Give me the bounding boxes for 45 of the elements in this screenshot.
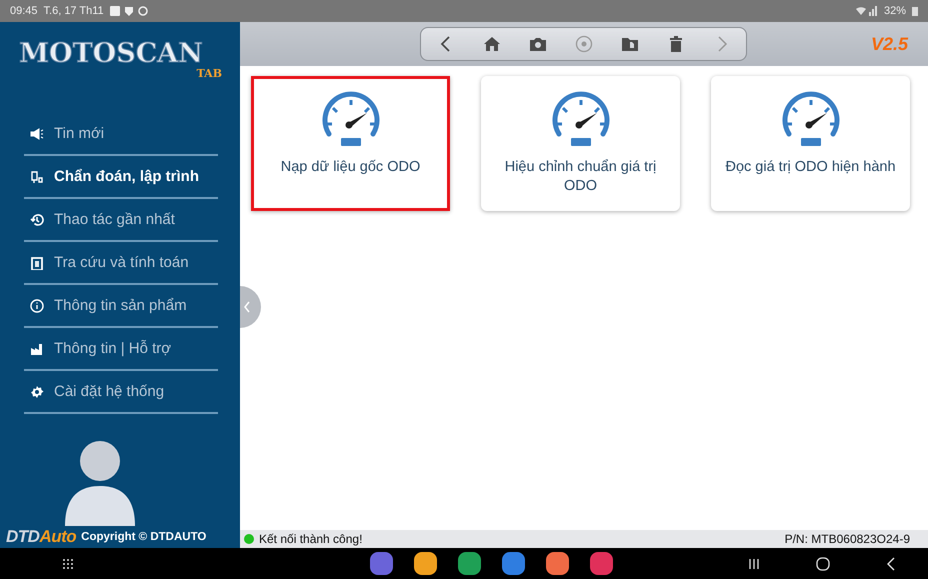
home-icon xyxy=(482,35,500,53)
menu-item[interactable]: Tra cứu và tính toán xyxy=(24,242,218,285)
menu-icon xyxy=(30,170,44,184)
menu-item[interactable]: Thông tin sản phẩm xyxy=(24,285,218,328)
menu-item[interactable]: Cài đặt hệ thống xyxy=(24,371,218,414)
menu-icon xyxy=(30,126,44,140)
app-icon[interactable] xyxy=(502,552,525,575)
menu-item[interactable]: Thông tin | Hỗ trợ xyxy=(24,328,218,371)
copyright-text: Copyright © DTDAUTO xyxy=(81,531,206,543)
menu-icon xyxy=(30,256,44,270)
function-card[interactable]: Đọc giá trị ODO hiện hành xyxy=(711,76,910,211)
function-card[interactable]: Hiệu chỉnh chuẩn giá trị ODO xyxy=(481,76,680,211)
home-icon[interactable] xyxy=(816,556,830,570)
app-icon[interactable] xyxy=(590,552,613,575)
function-card[interactable]: Nạp dữ liệu gốc ODO xyxy=(251,76,450,211)
battery-text: 32% xyxy=(884,5,906,17)
menu-icon xyxy=(30,384,44,398)
camera-icon xyxy=(528,35,546,53)
folder-icon xyxy=(620,35,638,53)
connection-status-text: Kết nối thành công! xyxy=(259,532,362,546)
battery-icon xyxy=(912,6,918,16)
brand-logo-text: DTDAuto xyxy=(6,527,76,547)
back-icon[interactable] xyxy=(886,556,896,570)
record-icon xyxy=(574,35,592,53)
recent-apps-icon[interactable] xyxy=(748,558,760,570)
app-icon[interactable] xyxy=(414,552,437,575)
app-drawer-icon[interactable] xyxy=(62,558,74,570)
date-text: T.6, 17 Th11 xyxy=(44,5,104,17)
menu-item[interactable]: Chẩn đoán, lập trình xyxy=(24,156,218,199)
logo-subtitle: TAB xyxy=(196,67,222,80)
version-label: V2.5 xyxy=(870,34,908,54)
app-icon[interactable] xyxy=(370,552,393,575)
menu-icon xyxy=(30,298,44,312)
part-number-text: P/N: MTB060823O24-9 xyxy=(784,532,910,546)
collapse-handle-icon[interactable] xyxy=(240,286,262,328)
signal-icon xyxy=(856,6,878,16)
app-icon[interactable] xyxy=(458,552,481,575)
notification-icons xyxy=(110,6,150,16)
menu-icon xyxy=(30,212,44,226)
logo-text: MOTOSCAN xyxy=(19,40,203,67)
clock-text: 09:45 xyxy=(10,5,38,17)
app-icon[interactable] xyxy=(546,552,569,575)
menu-item[interactable]: Thao tác gần nhất xyxy=(24,199,218,242)
menu-icon xyxy=(30,342,44,356)
menu-item[interactable]: Tin mới xyxy=(24,113,218,156)
